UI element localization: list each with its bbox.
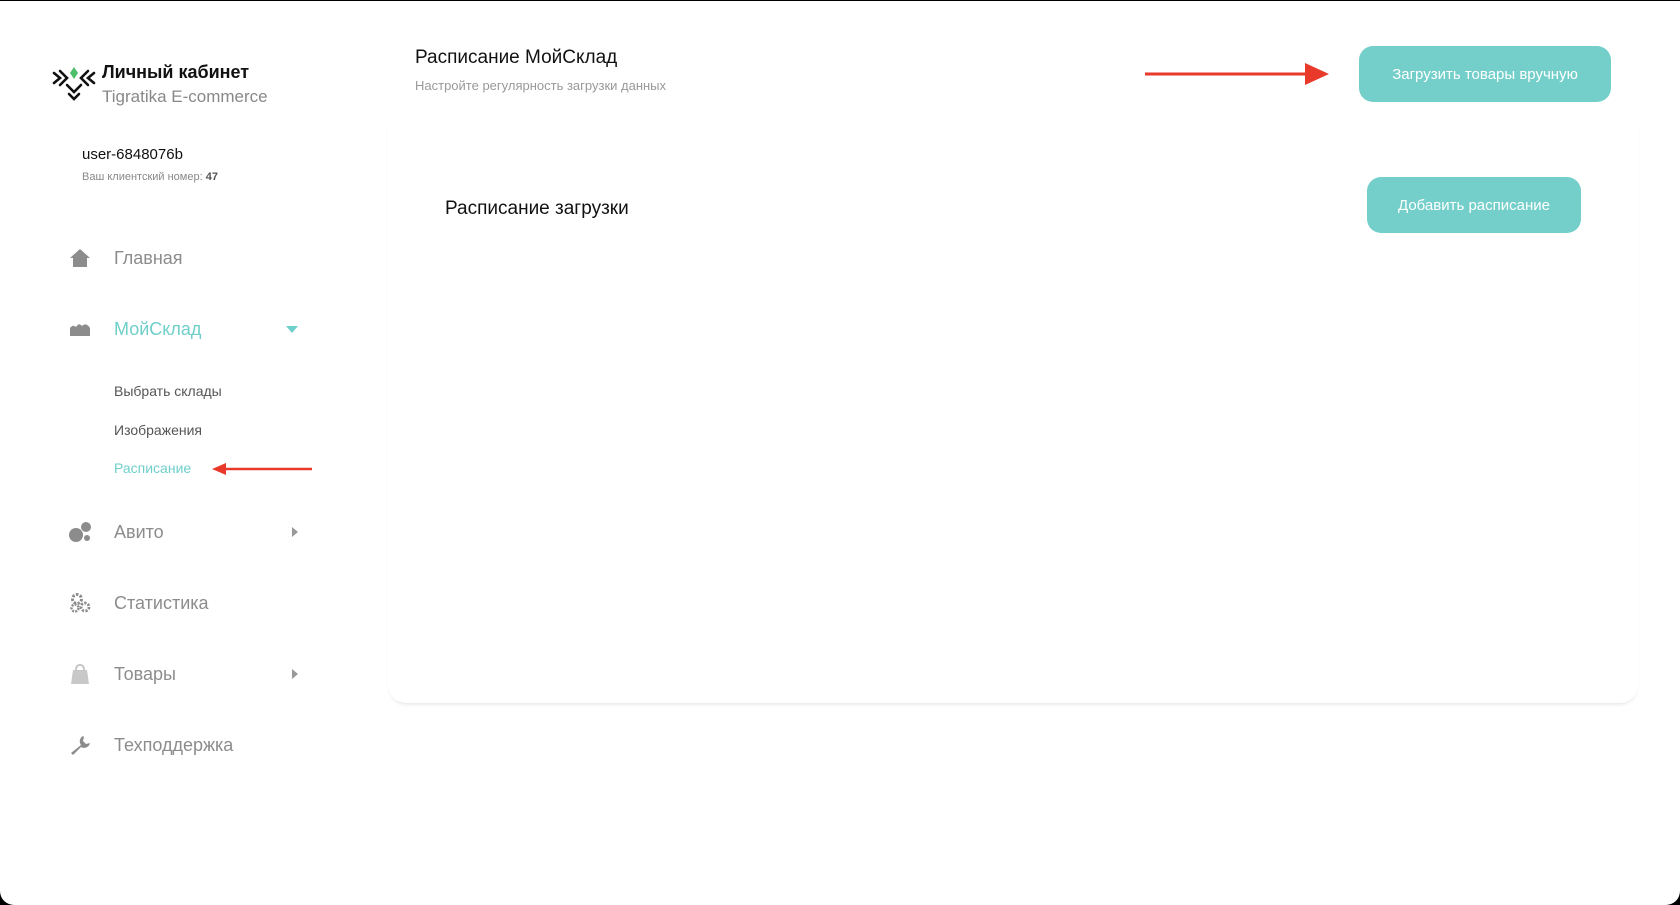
warehouse-icon bbox=[66, 317, 94, 341]
nav-item-stats[interactable]: Статистика bbox=[66, 591, 298, 615]
logo-subtitle: Tigratika E-commerce bbox=[102, 87, 268, 106]
nav-label-stats: Статистика bbox=[114, 592, 209, 613]
nav-label-goods: Товары bbox=[114, 663, 176, 684]
logo[interactable]: Личный кабинет Tigratika E-commerce bbox=[52, 61, 268, 109]
nav-item-goods[interactable]: Товары bbox=[66, 662, 298, 686]
nav-label-support: Техподдержка bbox=[114, 734, 234, 755]
add-schedule-button[interactable]: Добавить расписание bbox=[1367, 177, 1581, 233]
app-window: Личный кабинет Tigratika E-commerce user… bbox=[0, 1, 1680, 905]
sub-item-warehouses[interactable]: Выбрать склады bbox=[114, 383, 222, 399]
wrench-icon bbox=[66, 733, 94, 757]
gears-icon bbox=[66, 591, 94, 615]
load-goods-manually-button[interactable]: Загрузить товары вручную bbox=[1359, 46, 1611, 102]
page-title: Расписание МойСклад bbox=[415, 47, 618, 68]
user-info: user-6848076b Ваш клиентский номер: 47 bbox=[82, 146, 218, 183]
client-number-value: 47 bbox=[205, 171, 218, 183]
annotation-arrow-right bbox=[1145, 63, 1329, 85]
nav-item-support[interactable]: Техподдержка bbox=[66, 733, 298, 757]
avito-dots-icon bbox=[66, 520, 94, 544]
tiger-logo-icon bbox=[52, 67, 96, 101]
nav-label-moysklad: МойСклад bbox=[114, 318, 202, 339]
home-icon bbox=[66, 246, 94, 270]
sub-item-images[interactable]: Изображения bbox=[114, 422, 202, 438]
nav-item-home[interactable]: Главная bbox=[66, 246, 298, 270]
chevron-right-icon bbox=[292, 669, 298, 679]
chevron-right-icon bbox=[292, 527, 298, 537]
chevron-down-icon bbox=[286, 325, 298, 333]
nav-item-moysklad[interactable]: МойСклад bbox=[66, 317, 298, 341]
user-name: user-6848076b bbox=[82, 146, 183, 163]
bag-icon bbox=[66, 662, 94, 686]
nav-item-avito[interactable]: Авито bbox=[66, 520, 298, 544]
nav-label-home: Главная bbox=[114, 247, 183, 268]
section-title: Расписание загрузки bbox=[445, 198, 629, 219]
sub-item-schedule[interactable]: Расписание bbox=[114, 460, 191, 476]
nav-label-avito: Авито bbox=[114, 521, 164, 542]
client-number: Ваш клиентский номер: 47 bbox=[82, 171, 218, 183]
logo-title: Личный кабинет bbox=[102, 62, 250, 82]
client-number-label: Ваш клиентский номер: bbox=[82, 171, 203, 183]
annotation-arrow-left bbox=[212, 463, 312, 475]
page-subtitle: Настройте регулярность загрузки данных bbox=[415, 78, 667, 93]
